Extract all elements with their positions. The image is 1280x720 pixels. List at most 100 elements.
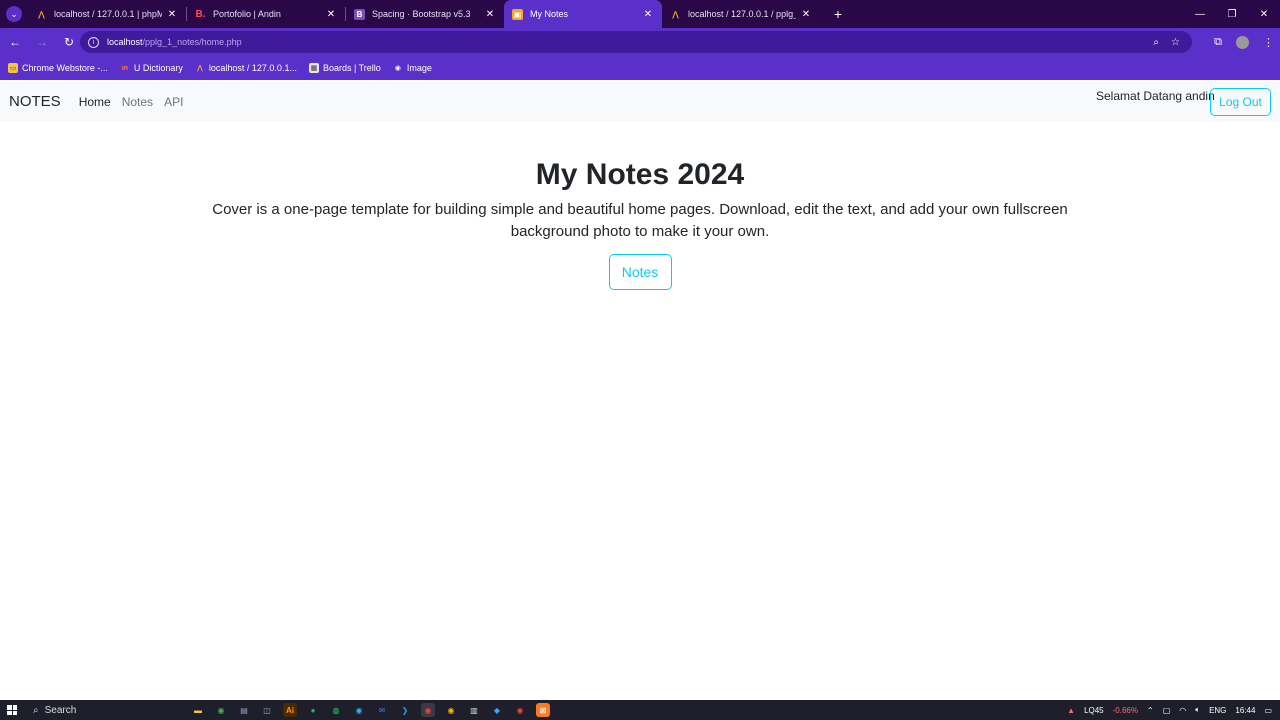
close-icon[interactable]: ✕ [642, 9, 654, 20]
edge-icon[interactable]: ◉ [352, 703, 366, 717]
windows-taskbar: ⌕ Search ▬ ◉ ▤ ◫ Ai ● ◍ ◉ ✉ ❯ ◉ ◉ ▥ ◆ ◉ … [0, 700, 1280, 720]
minimize-icon[interactable]: — [1184, 0, 1216, 28]
bookmark-item[interactable]: ▭ Chrome Webstore -... [8, 63, 108, 73]
chrome-icon[interactable]: ◉ [421, 703, 435, 717]
tab-title: My Notes [530, 9, 569, 19]
extensions-icon[interactable]: ⧉ [1214, 36, 1222, 49]
browser-tab[interactable]: B. Portofolio | Andin ✕ [187, 0, 345, 28]
notification-icon[interactable]: ▭ [1264, 706, 1272, 715]
notes-icon: ▣ [512, 8, 523, 20]
volume-icon[interactable]: 🔈︎ [1195, 705, 1200, 715]
site-info-icon[interactable]: i [88, 36, 99, 48]
whatsapp-icon[interactable]: ◍ [329, 703, 343, 717]
b-logo-icon: B. [195, 8, 206, 20]
stock-change: -0.66% [1112, 705, 1138, 715]
bookmark-item[interactable]: ▦ Boards | Trello [308, 63, 381, 73]
bookmark-label: Boards | Trello [322, 63, 381, 73]
bookmarks-bar: ▭ Chrome Webstore -... ın U Dictionary ⋀… [0, 56, 1280, 80]
profile-avatar-icon[interactable] [1236, 35, 1249, 49]
mail-icon[interactable]: ✉ [375, 703, 389, 717]
navbar-brand[interactable]: NOTES [9, 93, 61, 110]
star-icon[interactable]: ☆ [1171, 37, 1180, 48]
u-dictionary-icon: ın [121, 64, 128, 72]
search-icon: ⌕ [33, 704, 39, 716]
hero-lead-text: Cover is a one-page template for buildin… [212, 201, 1068, 240]
tab-title: localhost / 127.0.0.1 / pplg_1_n [688, 9, 796, 19]
close-window-icon[interactable]: ✕ [1248, 0, 1280, 28]
bookmark-label: U Dictionary [133, 63, 183, 73]
illustrator-icon[interactable]: Ai [283, 703, 297, 717]
stock-chart-icon: ▲ [1067, 705, 1076, 715]
reload-icon[interactable]: ↻ [57, 30, 81, 54]
toolbar-right-actions: ⧉ ⋮ [1214, 28, 1274, 56]
bookmark-item[interactable]: ın U Dictionary [120, 63, 183, 73]
folder-icon: ▭ [8, 63, 18, 73]
close-icon[interactable]: ✕ [484, 9, 496, 20]
notes-button[interactable]: Notes [608, 254, 672, 290]
address-bar[interactable]: i localhost/pplg_1_notes/home.php ⌕ ☆ [80, 31, 1192, 53]
more-menu-icon[interactable]: ⋮ [1263, 36, 1274, 49]
wifi-icon[interactable]: ◠ [1179, 706, 1186, 715]
tab-title: localhost / 127.0.0.1 | phpMyAd [54, 9, 162, 19]
app-icon[interactable]: ◆ [490, 703, 504, 717]
globe-icon: ◉ [394, 65, 401, 72]
nav-link-home[interactable]: Home [79, 95, 111, 109]
tab-title: Portofolio | Andin [213, 9, 281, 19]
bookmark-label: Image [406, 63, 432, 73]
bookmark-label: Chrome Webstore -... [22, 63, 108, 73]
url-host: localhost [107, 37, 143, 47]
close-icon[interactable]: ✕ [800, 9, 812, 20]
phpmyadmin-icon: ⋀ [38, 9, 45, 19]
close-icon[interactable]: ✕ [325, 9, 337, 20]
taskbar-search[interactable]: ⌕ Search [33, 705, 153, 716]
browser-toolbar: ← → ↻ i localhost/pplg_1_notes/home.php … [0, 28, 1280, 56]
clock[interactable]: 16:44 [1235, 706, 1255, 715]
back-arrow-icon[interactable]: ← [3, 30, 27, 54]
system-tray: ▲ LQ45 -0.66% ⌃ ▢ ◠ 🔈︎ ENG 16:44 ▭ [1067, 700, 1280, 720]
search-label: Search [44, 704, 77, 716]
bookmark-label: localhost / 127.0.0.1... [208, 63, 297, 73]
zoom-icon[interactable]: ⌕ [1153, 37, 1159, 48]
chrome-icon[interactable]: ◉ [214, 703, 228, 717]
browser-tab[interactable]: ⋀ localhost / 127.0.0.1 / pplg_1_n ✕ [662, 0, 820, 28]
bootstrap-icon: B [354, 8, 365, 20]
bookmark-item[interactable]: ⋀ localhost / 127.0.0.1... [195, 63, 297, 73]
logout-button[interactable]: Log Out [1210, 88, 1271, 116]
trello-icon: ▦ [308, 63, 319, 73]
stock-symbol[interactable]: LQ45 [1084, 706, 1104, 715]
browser-tab-active[interactable]: ▣ My Notes ✕ [504, 0, 662, 28]
xampp-icon[interactable]: ⊠ [536, 703, 550, 717]
omnibox-actions: ⌕ ☆ [1153, 31, 1180, 53]
phpmyadmin-icon: ⋀ [672, 9, 679, 19]
vscode-icon[interactable]: ❯ [398, 703, 412, 717]
welcome-text: Selamat Datang andin [1096, 89, 1215, 103]
window-controls: — ❐ ✕ [1184, 0, 1280, 28]
tab-search-icon[interactable]: ⌄ [6, 6, 22, 22]
device-icon[interactable]: ▢ [1163, 706, 1171, 715]
forward-arrow-icon[interactable]: → [30, 30, 54, 54]
close-icon[interactable]: ✕ [166, 9, 178, 20]
language-indicator[interactable]: ENG [1209, 706, 1226, 715]
bookmark-item[interactable]: ◉ Image [393, 63, 432, 73]
phpmyadmin-icon: ⋀ [196, 65, 203, 72]
taskbar-apps: ▬ ◉ ▤ ◫ Ai ● ◍ ◉ ✉ ❯ ◉ ◉ ▥ ◆ ◉ ⊠ [191, 703, 550, 717]
restore-icon[interactable]: ❐ [1216, 0, 1248, 28]
new-tab-icon[interactable]: + [830, 6, 846, 22]
notepad-icon[interactable]: ▥ [467, 703, 481, 717]
chrome-icon[interactable]: ◉ [444, 703, 458, 717]
browser-tab[interactable]: ⋀ localhost / 127.0.0.1 | phpMyAd ✕ [28, 0, 186, 28]
spotify-icon[interactable]: ● [306, 703, 320, 717]
chrome-icon[interactable]: ◉ [513, 703, 527, 717]
file-explorer-icon[interactable]: ▬ [191, 703, 205, 717]
nav-link-notes[interactable]: Notes [122, 95, 153, 109]
nav-link-api[interactable]: API [164, 95, 183, 109]
tab-title: Spacing · Bootstrap v5.3 [372, 9, 471, 19]
chevron-up-icon[interactable]: ⌃ [1147, 706, 1154, 715]
calculator-icon[interactable]: ▤ [237, 703, 251, 717]
camera-icon[interactable]: ◫ [260, 703, 274, 717]
hero-section: My Notes 2024 Cover is a one-page templa… [0, 152, 1280, 290]
site-navbar: NOTES Home Notes API Selamat Datang andi… [0, 81, 1280, 122]
browser-tab[interactable]: B Spacing · Bootstrap v5.3 ✕ [346, 0, 504, 28]
page-title: My Notes 2024 [535, 158, 745, 191]
windows-start-icon[interactable] [7, 705, 17, 715]
